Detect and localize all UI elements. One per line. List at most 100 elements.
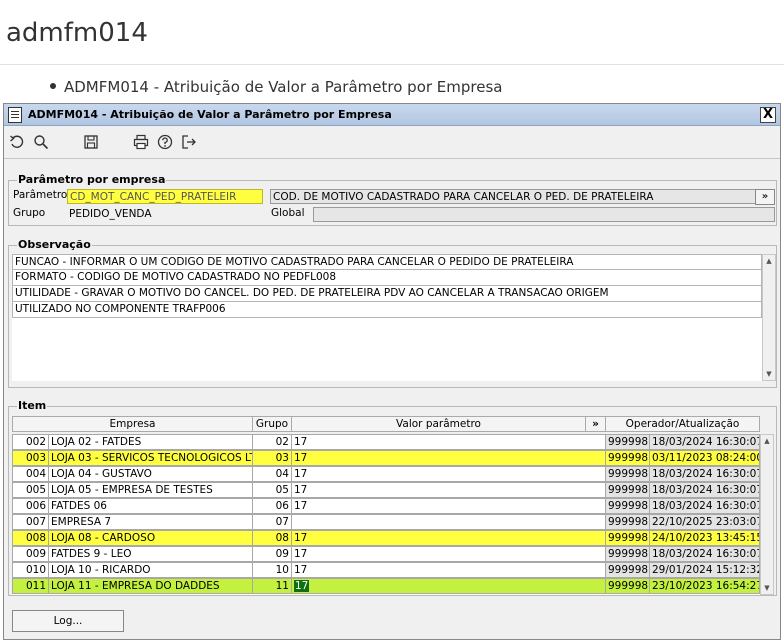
cell-grupo: 11 (252, 578, 292, 594)
cell-codigo: 009 (12, 546, 49, 562)
table-row[interactable]: 007 EMPRESA 7 07 999998 22/10/2025 23:03:07 (12, 514, 760, 530)
column-header-grupo[interactable]: Grupo (252, 416, 292, 432)
cell-empresa: FATDES 9 - LEO (48, 546, 253, 562)
scroll-down-icon[interactable]: ▼ (761, 582, 773, 594)
cell-codigo: 011 (12, 578, 49, 594)
cell-operador: 999998 (605, 546, 650, 562)
table-row[interactable]: 010 LOJA 10 - RICARDO 10 17 999998 29/01/2024… (12, 562, 760, 578)
cell-atualizacao: 03/11/2023 08:24:00 (649, 450, 760, 466)
cell-valor[interactable] (291, 514, 606, 530)
item-grid-scrollbar[interactable]: ▲ ▼ (760, 434, 774, 595)
column-expand-button[interactable]: » (585, 416, 606, 432)
table-row[interactable]: 003 LOJA 03 - SERVICOS TECNOLOGICOS LT 03 1… (12, 450, 760, 466)
cell-atualizacao: 29/01/2024 15:12:32 (649, 562, 760, 578)
cell-grupo: 06 (252, 498, 292, 514)
help-icon[interactable] (156, 133, 174, 151)
cell-empresa: LOJA 05 - EMPRESA DE TESTES (48, 482, 253, 498)
cell-valor[interactable]: 17 (291, 482, 606, 498)
table-row[interactable]: 004 LOJA 04 - GUSTAVO 04 17 999998 18/03/2024… (12, 466, 760, 482)
cell-empresa: LOJA 11 - EMPRESA DO DADDES (48, 578, 253, 594)
cell-empresa: EMPRESA 7 (48, 514, 253, 530)
cell-grupo: 08 (252, 530, 292, 546)
cell-atualizacao: 18/03/2024 16:30:07 (649, 466, 760, 482)
global-label: Global (271, 207, 305, 219)
cell-atualizacao: 24/10/2023 13:45:15 (649, 530, 760, 546)
window-title: ADMFM014 - Atribuição de Valor a Parâmet… (28, 108, 392, 121)
cell-operador: 999998 (605, 514, 650, 530)
observacao-line: FORMATO - CODIGO DE MOTIVO CADASTRADO NO… (12, 270, 762, 286)
cell-codigo: 008 (12, 530, 49, 546)
log-button[interactable]: Log... (12, 610, 124, 632)
cell-operador: 999998 (605, 466, 650, 482)
grupo-label: Grupo (13, 207, 46, 219)
column-header-operador[interactable]: Operador/Atualização (605, 416, 760, 432)
table-row[interactable]: 006 FATDES 06 06 17 999998 18/03/2024 16:30:0… (12, 498, 760, 514)
cell-empresa: LOJA 08 - CARDOSO (48, 530, 253, 546)
cell-empresa: FATDES 06 (48, 498, 253, 514)
table-row[interactable]: 008 LOJA 08 - CARDOSO 08 17 999998 24/10/2023… (12, 530, 760, 546)
table-row[interactable]: 009 FATDES 9 - LEO 09 17 999998 18/03/2024 16… (12, 546, 760, 562)
cell-grupo: 09 (252, 546, 292, 562)
cell-atualizacao: 18/03/2024 16:30:07 (649, 434, 760, 450)
parametro-group-legend: Parâmetro por empresa (17, 173, 167, 186)
form-window: ADMFM014 - Atribuição de Valor a Parâmet… (3, 103, 781, 640)
cell-operador: 999998 (605, 578, 650, 594)
cell-grupo: 07 (252, 514, 292, 530)
cell-codigo: 007 (12, 514, 49, 530)
cell-operador: 999998 (605, 530, 650, 546)
cell-codigo: 006 (12, 498, 49, 514)
parametro-field[interactable]: CD_MOT_CANC_PED_PRATELEIR (67, 189, 263, 204)
table-row[interactable]: 005 LOJA 05 - EMPRESA DE TESTES 05 17 999998… (12, 482, 760, 498)
cell-valor[interactable]: 17 (291, 450, 606, 466)
cell-valor[interactable]: 17 (291, 562, 606, 578)
scroll-down-icon[interactable]: ▼ (763, 368, 775, 380)
bullet-text: ADMFM014 - Atribuição de Valor a Parâmet… (64, 78, 503, 96)
active-cell-value[interactable]: 17 (294, 580, 310, 592)
document-icon (8, 107, 22, 123)
page-title: admfm014 (6, 18, 148, 48)
column-header-empresa[interactable]: Empresa (12, 416, 253, 432)
scroll-up-icon[interactable]: ▲ (763, 255, 775, 267)
window-titlebar: ADMFM014 - Atribuição de Valor a Parâmet… (4, 104, 780, 126)
cell-valor[interactable]: 17 (291, 498, 606, 514)
cell-empresa: LOJA 04 - GUSTAVO (48, 466, 253, 482)
global-field (313, 207, 775, 222)
observacao-lines: FUNCAO - INFORMAR O UM CODIGO DE MOTIVO … (12, 254, 762, 318)
cell-codigo: 002 (12, 434, 49, 450)
observacao-scrollbar[interactable]: ▲ ▼ (762, 254, 776, 381)
cell-empresa: LOJA 03 - SERVICOS TECNOLOGICOS LT (48, 450, 253, 466)
cell-valor[interactable]: 17 (291, 434, 606, 450)
observacao-line: FUNCAO - INFORMAR O UM CODIGO DE MOTIVO … (12, 254, 762, 270)
parametro-description-field: COD. DE MOTIVO CADASTRADO PARA CANCELAR … (270, 189, 775, 204)
parametro-expand-button[interactable]: » (755, 189, 775, 205)
undo-icon[interactable] (8, 133, 26, 151)
cell-atualizacao: 18/03/2024 16:30:07 (649, 498, 760, 514)
cell-empresa: LOJA 10 - RICARDO (48, 562, 253, 578)
print-icon[interactable] (132, 133, 150, 151)
cell-valor[interactable]: 17 (291, 530, 606, 546)
cell-operador: 999998 (605, 562, 650, 578)
table-row[interactable]: 011 LOJA 11 - EMPRESA DO DADDES 11 17 999998… (12, 578, 760, 594)
search-icon[interactable] (32, 133, 50, 151)
cell-codigo: 004 (12, 466, 49, 482)
exit-icon[interactable] (180, 133, 198, 151)
observacao-line: UTILIZADO NO COMPONENTE TRAFP006 (12, 302, 762, 318)
cell-operador: 999998 (605, 482, 650, 498)
divider (0, 64, 784, 65)
scroll-up-icon[interactable]: ▲ (761, 435, 773, 447)
bullet-item: ADMFM014 - Atribuição de Valor a Parâmet… (50, 78, 503, 96)
close-button[interactable]: X (760, 107, 776, 123)
cell-atualizacao: 23/10/2023 16:54:27 (649, 578, 760, 594)
cell-valor[interactable]: 17 (291, 466, 606, 482)
cell-codigo: 010 (12, 562, 49, 578)
save-icon[interactable] (82, 133, 100, 151)
cell-grupo: 10 (252, 562, 292, 578)
cell-valor[interactable]: 17 (291, 578, 606, 594)
cell-valor[interactable]: 17 (291, 546, 606, 562)
table-row[interactable]: 002 LOJA 02 - FATDES 02 17 999998 18/03/2024 … (12, 434, 760, 450)
item-group-legend: Item (17, 399, 48, 412)
column-header-valor[interactable]: Valor parâmetro (291, 416, 586, 432)
cell-grupo: 02 (252, 434, 292, 450)
cell-grupo: 04 (252, 466, 292, 482)
parametro-label: Parâmetro (13, 189, 68, 201)
